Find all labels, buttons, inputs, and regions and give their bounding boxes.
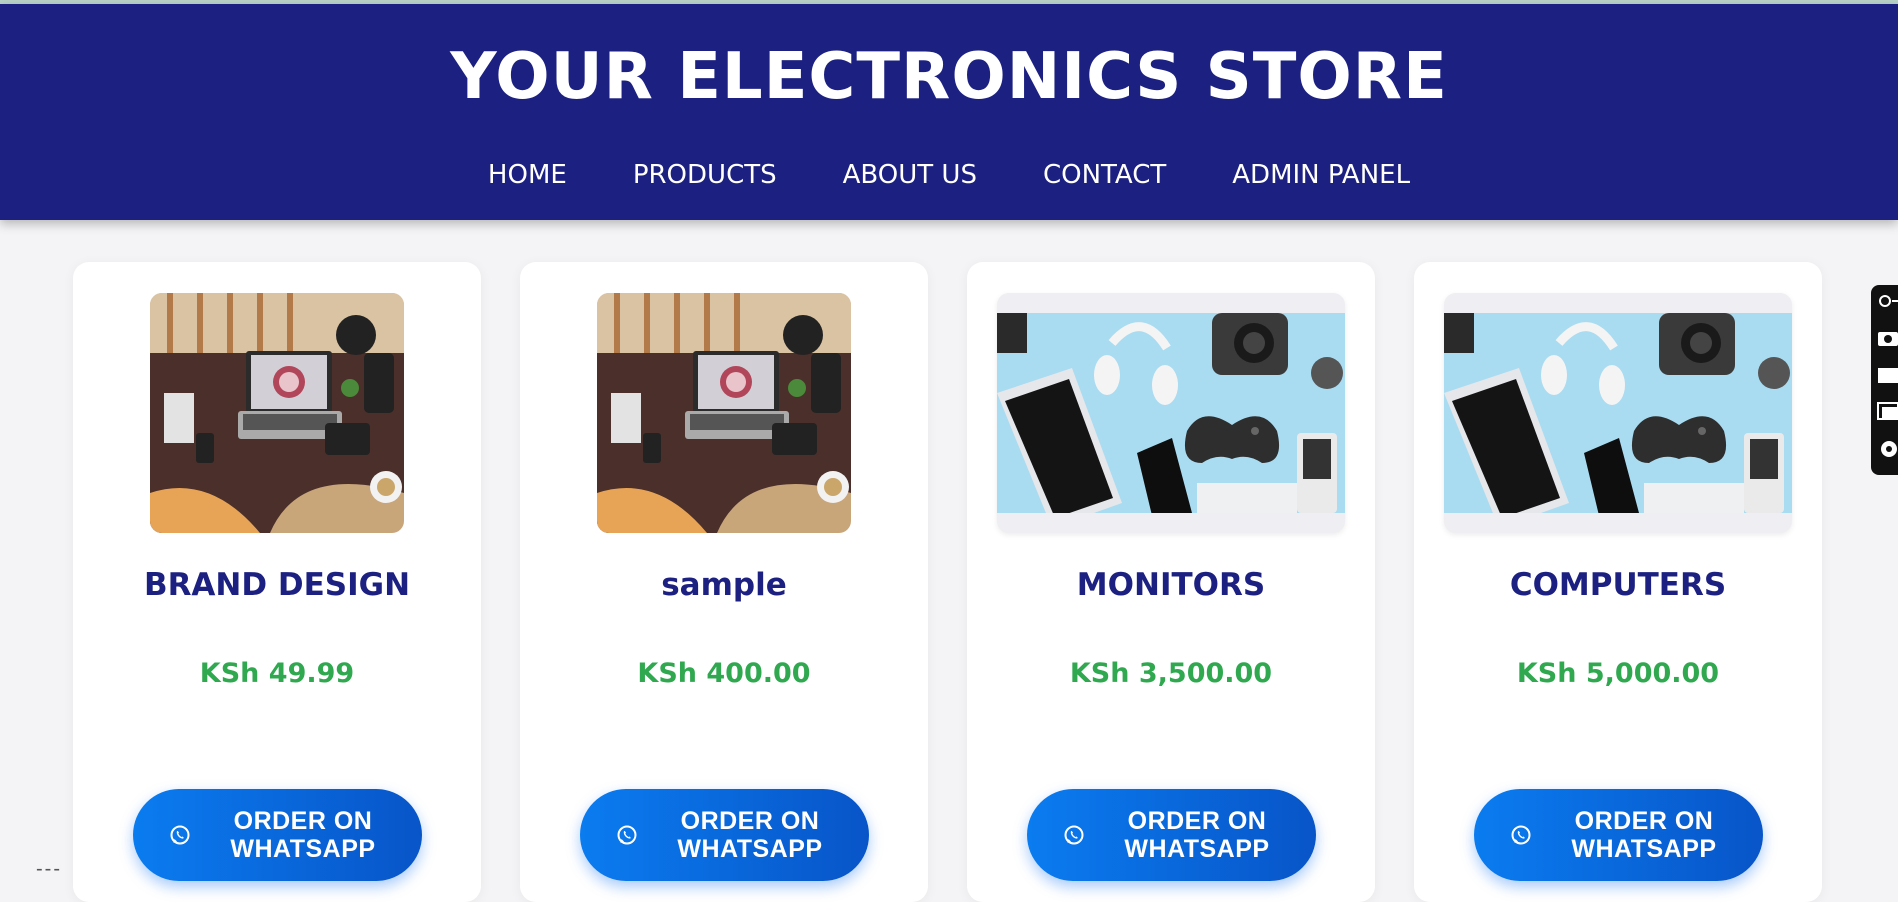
nav-contact[interactable]: CONTACT xyxy=(1043,160,1166,190)
product-image xyxy=(150,293,404,533)
nav-home[interactable]: HOME xyxy=(488,160,567,190)
window-icon[interactable] xyxy=(1877,401,1898,421)
order-button-label: ORDER ON WHATSAPP xyxy=(230,807,376,863)
product-card: BRAND DESIGN KSh 49.99 ORDER ON WHATSAPP xyxy=(73,262,481,902)
footer-dashes: --- xyxy=(36,858,62,880)
whatsapp-icon xyxy=(1064,825,1084,845)
main-nav: HOME PRODUCTS ABOUT US CONTACT ADMIN PAN… xyxy=(0,160,1898,190)
site-header: YOUR ELECTRONICS STORE HOME PRODUCTS ABO… xyxy=(0,4,1898,220)
product-image xyxy=(997,293,1345,533)
product-image xyxy=(1444,293,1792,533)
product-price: KSh 5,000.00 xyxy=(1516,658,1720,689)
whatsapp-icon xyxy=(1511,825,1531,845)
screenshot-toolbar xyxy=(1871,285,1898,475)
product-card: MONITORS KSh 3,500.00 ORDER ON WHATSAPP xyxy=(967,262,1375,902)
product-name: sample xyxy=(661,567,787,603)
order-button-label: ORDER ON WHATSAPP xyxy=(1571,807,1717,863)
product-price: KSh 3,500.00 xyxy=(1069,658,1273,689)
nav-admin-panel[interactable]: ADMIN PANEL xyxy=(1232,160,1410,190)
pin-icon[interactable] xyxy=(1877,291,1898,311)
whatsapp-icon xyxy=(170,825,190,845)
product-price: KSh 49.99 xyxy=(199,658,355,689)
order-whatsapp-button[interactable]: ORDER ON WHATSAPP xyxy=(1027,789,1316,881)
camera-icon[interactable] xyxy=(1877,327,1898,347)
order-whatsapp-button[interactable]: ORDER ON WHATSAPP xyxy=(1474,789,1763,881)
gear-icon[interactable] xyxy=(1877,439,1898,459)
order-whatsapp-button[interactable]: ORDER ON WHATSAPP xyxy=(580,789,869,881)
product-name: COMPUTERS xyxy=(1509,567,1727,603)
product-card: COMPUTERS KSh 5,000.00 ORDER ON WHATSAPP xyxy=(1414,262,1822,902)
product-name: MONITORS xyxy=(1076,567,1266,603)
order-button-label: ORDER ON WHATSAPP xyxy=(677,807,823,863)
product-card: sample KSh 400.00 ORDER ON WHATSAPP xyxy=(520,262,928,902)
product-grid: BRAND DESIGN KSh 49.99 ORDER ON WHATSAPP… xyxy=(0,262,1898,902)
nav-about-us[interactable]: ABOUT US xyxy=(843,160,977,190)
order-whatsapp-button[interactable]: ORDER ON WHATSAPP xyxy=(133,789,422,881)
order-button-label: ORDER ON WHATSAPP xyxy=(1124,807,1270,863)
product-price: KSh 400.00 xyxy=(637,658,811,689)
product-image xyxy=(597,293,851,533)
store-title: YOUR ELECTRONICS STORE xyxy=(450,40,1448,114)
nav-products[interactable]: PRODUCTS xyxy=(633,160,777,190)
rectangle-icon[interactable] xyxy=(1877,365,1898,385)
product-name: BRAND DESIGN xyxy=(143,567,411,603)
whatsapp-icon xyxy=(617,825,637,845)
